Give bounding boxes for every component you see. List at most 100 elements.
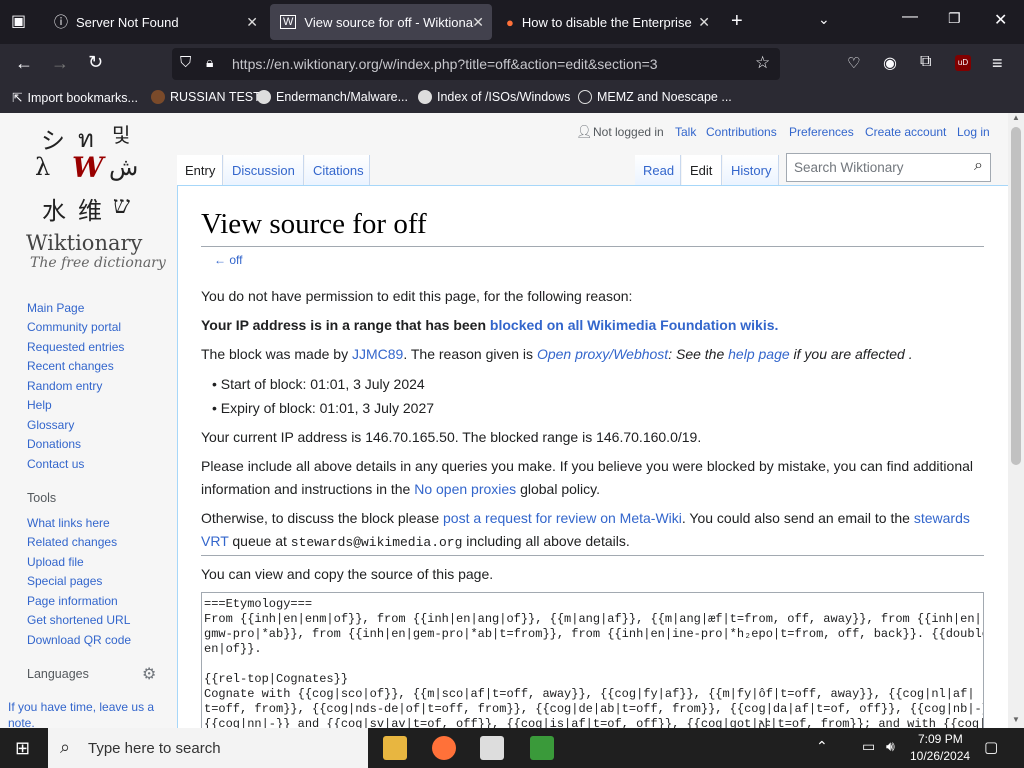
menu-icon[interactable]: ≡: [992, 53, 1003, 74]
meta-wiki-link[interactable]: post a request for review on Meta-Wiki: [443, 510, 682, 526]
bookmark-endermanch[interactable]: Endermanch/Malware...: [257, 90, 408, 104]
nav-donations[interactable]: Donations: [27, 437, 81, 451]
contributions-link[interactable]: Contributions: [706, 125, 777, 139]
site-notice-link[interactable]: If you have time, leave us a note.: [8, 699, 173, 728]
search-input[interactable]: Search Wiktionary ⌕: [786, 153, 991, 182]
reason-link[interactable]: Open proxy/Webhost: [537, 346, 668, 362]
notifications-icon[interactable]: ▢: [984, 738, 998, 756]
list-tabs-icon[interactable]: ⌄: [818, 11, 830, 28]
tab-server-not-found[interactable]: ⓘ Server Not Found ✕: [44, 4, 266, 40]
file-explorer-icon[interactable]: [383, 736, 407, 760]
new-tab-icon[interactable]: +: [731, 10, 743, 33]
taskbar-search[interactable]: ⌕ Type here to search: [48, 728, 368, 768]
bookmark-favicon-icon: [151, 90, 165, 104]
url-bar[interactable]: ⛉ 🔒︎ https://en.wiktionary.org/w/index.p…: [172, 48, 780, 80]
tab-citations[interactable]: Citations: [305, 155, 370, 186]
text: Otherwise, to discuss the block please: [201, 510, 444, 526]
reload-icon[interactable]: ↻: [88, 52, 103, 73]
tool-qr-code[interactable]: Download QR code: [27, 633, 131, 647]
tab-label: Entry: [185, 163, 216, 178]
help-page-link[interactable]: help page: [728, 346, 790, 362]
scrollbar-thumb[interactable]: [1011, 127, 1021, 465]
tool-related-changes[interactable]: Related changes: [27, 535, 117, 549]
login-link[interactable]: Log in: [957, 125, 990, 139]
scroll-down-icon[interactable]: ▼: [1012, 715, 1020, 724]
back-link[interactable]: ← off: [214, 253, 242, 267]
show-hidden-icons[interactable]: ⌃: [816, 738, 828, 755]
maximize-icon[interactable]: ❐: [948, 10, 961, 27]
bookmark-isos[interactable]: Index of /ISOs/Windows: [418, 90, 570, 104]
shield-icon[interactable]: ⛉: [180, 54, 191, 71]
nav-community-portal[interactable]: Community portal: [27, 320, 121, 334]
nav-glossary[interactable]: Glossary: [27, 418, 74, 432]
close-window-icon[interactable]: ✕: [994, 10, 1007, 30]
clock-date[interactable]: 10/26/2024: [910, 749, 970, 763]
text: global policy.: [516, 481, 600, 497]
pocket-icon[interactable]: ♡: [847, 54, 860, 72]
wordmark[interactable]: Wiktionary: [26, 231, 142, 255]
tab-enterprise[interactable]: ● How to disable the Enterprise R ✕: [496, 4, 718, 40]
admin-link[interactable]: JJMC89: [352, 346, 403, 362]
search-icon[interactable]: ⌕: [974, 157, 983, 175]
tool-page-information[interactable]: Page information: [27, 594, 118, 608]
tool-shortened-url[interactable]: Get shortened URL: [27, 613, 130, 627]
source-textarea[interactable]: ===Etymology=== From {{inh|en|enm|of}}, …: [201, 592, 984, 728]
nav-help[interactable]: Help: [27, 398, 52, 412]
ublock-icon[interactable]: uD: [955, 55, 971, 71]
tool-special-pages[interactable]: Special pages: [27, 574, 102, 588]
close-tab-icon[interactable]: ✕: [246, 14, 258, 31]
minimize-icon[interactable]: —: [902, 8, 918, 26]
bookmark-star-icon[interactable]: ☆: [755, 53, 770, 73]
no-open-proxies-link[interactable]: No open proxies: [414, 481, 516, 497]
nav-main-page[interactable]: Main Page: [27, 301, 84, 315]
globe-icon: [578, 90, 592, 104]
scroll-up-icon[interactable]: ▲: [1012, 113, 1020, 122]
preferences-link[interactable]: Preferences: [789, 125, 854, 139]
green-app-icon[interactable]: [530, 736, 554, 760]
app-icon[interactable]: [480, 736, 504, 760]
text: queue at: [228, 533, 291, 549]
blocked-link[interactable]: blocked on all Wikimedia Foundation wiki…: [490, 317, 778, 333]
network-icon[interactable]: ▭: [862, 738, 875, 755]
nav-requested-entries[interactable]: Requested entries: [27, 340, 124, 354]
nav-recent-changes[interactable]: Recent changes: [27, 359, 114, 373]
gear-icon[interactable]: ⚙: [142, 664, 156, 684]
tool-what-links-here[interactable]: What links here: [27, 516, 110, 530]
vrt-link[interactable]: VRT: [201, 533, 229, 549]
url-text[interactable]: https://en.wiktionary.org/w/index.php?ti…: [232, 56, 658, 72]
scrollbar[interactable]: ▲ ▼: [1008, 113, 1024, 728]
stewards-link[interactable]: stewards: [914, 510, 970, 526]
google-icon: [257, 90, 271, 104]
bookmark-import[interactable]: ⇱ Import bookmarks...: [12, 90, 138, 106]
close-tab-icon[interactable]: ✕: [472, 14, 484, 31]
account-icon[interactable]: ◉: [883, 53, 897, 73]
tool-upload-file[interactable]: Upload file: [27, 555, 84, 569]
tab-discussion[interactable]: Discussion: [224, 155, 304, 186]
tab-history[interactable]: History: [723, 155, 779, 186]
extensions-icon[interactable]: ⧉: [920, 53, 931, 71]
logo-glyph: シ: [41, 127, 65, 155]
block-reason: Your IP address is in a range that has b…: [201, 314, 778, 337]
lock-icon[interactable]: 🔒︎: [206, 54, 213, 71]
create-account-link[interactable]: Create account: [865, 125, 946, 139]
nav-random-entry[interactable]: Random entry: [27, 379, 102, 393]
forward-icon[interactable]: →: [51, 53, 69, 74]
firefox-taskbar-icon[interactable]: [432, 736, 456, 760]
tab-wiktionary[interactable]: W View source for off - Wiktionary ✕: [270, 4, 492, 40]
bookmark-russian-test[interactable]: RUSSIAN TEST: [151, 90, 261, 104]
text: if you are affected .: [789, 346, 913, 362]
browser-tab-bar: ▣ ⓘ Server Not Found ✕ W View source for…: [0, 0, 1024, 44]
windows-start-icon[interactable]: ⊞: [15, 738, 30, 759]
include-details: Please include all above details in any …: [201, 455, 973, 478]
clock-time[interactable]: 7:09 PM: [918, 732, 963, 746]
tab-entry[interactable]: Entry: [177, 155, 223, 186]
close-tab-icon[interactable]: ✕: [698, 14, 710, 31]
talk-link[interactable]: Talk: [675, 125, 696, 139]
tab-edit[interactable]: Edit: [682, 155, 722, 186]
tab-read[interactable]: Read: [635, 155, 681, 186]
back-icon[interactable]: ←: [15, 53, 33, 74]
bookmark-memz[interactable]: MEMZ and Noescape ...: [578, 90, 732, 104]
volume-icon[interactable]: 🔊︎: [886, 738, 895, 755]
tab-overview-icon[interactable]: ▣: [11, 11, 26, 31]
nav-contact-us[interactable]: Contact us: [27, 457, 84, 471]
